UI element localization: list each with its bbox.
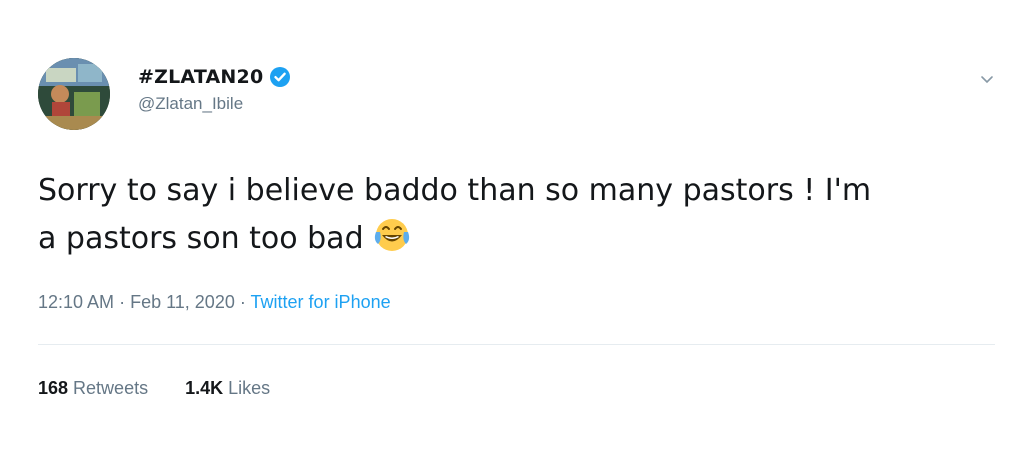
retweets-label: Retweets <box>73 378 149 398</box>
display-name[interactable]: #ZLATAN20 <box>138 66 263 88</box>
likes-label: Likes <box>228 378 271 398</box>
tweet-stats: 168 Retweets 1.4K Likes <box>38 378 302 399</box>
tweet-date[interactable]: Feb 11, 2020 <box>130 292 235 312</box>
retweets-count: 168 <box>38 378 69 398</box>
avatar[interactable] <box>38 58 110 130</box>
tweet-text-line: Sorry to say i believe baddo than so man… <box>38 173 872 208</box>
tweet-source-link[interactable]: Twitter for iPhone <box>251 292 391 312</box>
tweet-text: Sorry to say i believe baddo than so man… <box>38 168 998 262</box>
tweet-card: #ZLATAN20 @Zlatan_Ibile Sorry to say i b… <box>0 0 1023 455</box>
tweet-meta: 12:10 AM · Feb 11, 2020 · Twitter for iP… <box>38 292 391 313</box>
tweet-text-line-2: a pastors son too bad <box>38 221 364 256</box>
author-block: #ZLATAN20 @Zlatan_Ibile <box>138 66 291 114</box>
face-with-tears-of-joy-icon <box>372 214 412 254</box>
tweet-text-line: a pastors son too bad <box>38 214 998 262</box>
divider <box>38 344 995 345</box>
meta-separator: · <box>239 292 246 312</box>
name-row: #ZLATAN20 <box>138 66 291 88</box>
tweet-time[interactable]: 12:10 AM <box>38 292 114 312</box>
verified-badge-icon <box>269 66 291 88</box>
meta-separator: · <box>119 292 126 312</box>
likes-stat[interactable]: 1.4K Likes <box>185 378 270 399</box>
likes-count: 1.4K <box>185 378 224 398</box>
retweets-stat[interactable]: 168 Retweets <box>38 378 148 399</box>
chevron-down-icon[interactable] <box>979 72 995 88</box>
user-handle[interactable]: @Zlatan_Ibile <box>138 94 291 114</box>
